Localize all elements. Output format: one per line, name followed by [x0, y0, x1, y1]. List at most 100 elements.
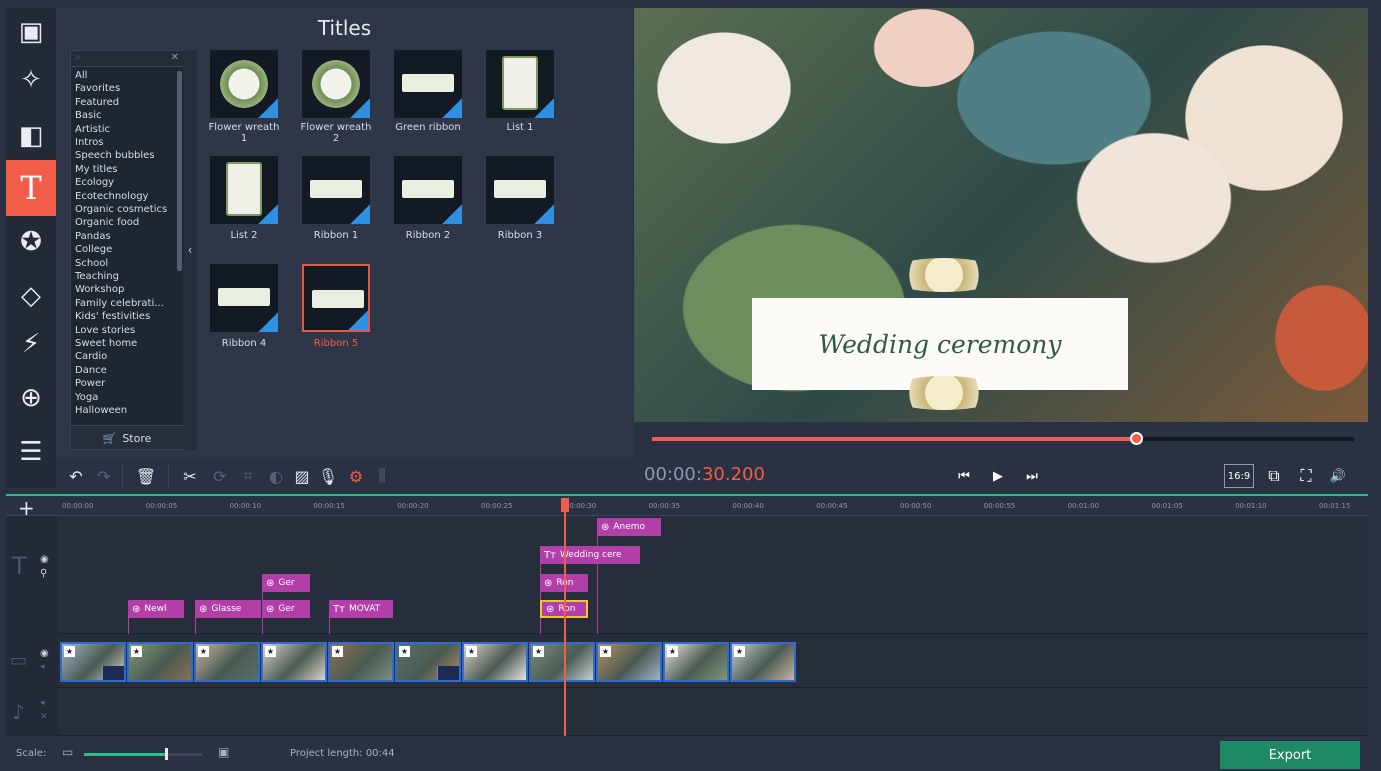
video-clip[interactable]: ★ [127, 642, 193, 682]
title-thumbnail[interactable] [486, 156, 554, 224]
category-item[interactable]: Favorites [75, 83, 120, 95]
category-search-input[interactable]: ⌕ ✕ [71, 51, 183, 67]
motion-icon[interactable]: ⚡ [6, 320, 56, 368]
title-thumbnail[interactable] [486, 50, 554, 118]
category-item[interactable]: Teaching [75, 271, 119, 283]
title-thumbnail[interactable] [210, 50, 278, 118]
rotate-icon[interactable]: ⟳ [208, 464, 232, 488]
category-item[interactable]: Speech bubbles [75, 150, 155, 162]
title-thumbnail[interactable] [210, 264, 278, 332]
category-item[interactable]: My titles [75, 164, 118, 176]
category-item[interactable]: Dance [75, 365, 107, 377]
video-clip[interactable]: ★ [328, 642, 394, 682]
video-preview[interactable]: Wedding ceremony [634, 8, 1368, 422]
category-item[interactable]: Ecology [75, 177, 114, 189]
favorite-star-icon[interactable]: ★ [734, 646, 745, 657]
fullscreen-icon[interactable]: ⛶ [1294, 464, 1318, 488]
category-item[interactable]: Kids' festivities [75, 311, 150, 323]
scale-slider-handle[interactable] [164, 748, 168, 760]
video-clip[interactable]: ★ [663, 642, 729, 682]
crop-icon[interactable]: ⌗ [236, 464, 260, 488]
visibility-eye-icon[interactable]: ◉ [40, 554, 49, 565]
favorite-star-icon[interactable]: ★ [533, 646, 544, 657]
zoom-out-icon[interactable]: ▭ [62, 745, 73, 759]
favorite-star-icon[interactable]: ★ [332, 646, 343, 657]
favorite-star-icon[interactable]: ★ [265, 646, 276, 657]
category-item[interactable]: College [75, 244, 112, 256]
microphone-icon[interactable]: 🎙 [316, 464, 340, 488]
more-tools-icon[interactable]: ☰ [6, 428, 56, 476]
category-item[interactable]: Intros [75, 137, 103, 149]
color-adjust-icon[interactable]: ◐ [264, 464, 288, 488]
category-item[interactable]: Artistic [75, 124, 110, 136]
category-item[interactable]: Featured [75, 97, 119, 109]
time-ruler[interactable]: + 00:00:00 00:00:05 00:00:10 00:00:15 00:00:… [6, 494, 1368, 520]
import-media-icon[interactable]: ▣ [6, 8, 56, 56]
transition-marker[interactable] [437, 666, 459, 680]
video-clip[interactable]: ★ [596, 642, 662, 682]
category-item[interactable]: Workshop [75, 284, 124, 296]
video-visibility-icon[interactable]: ◉ [40, 648, 49, 659]
stickers-icon[interactable]: ✪ [6, 218, 56, 266]
title-clip[interactable]: ⊛ Anemo [597, 518, 661, 536]
undo-icon[interactable]: ↶ [64, 464, 88, 488]
favorite-star-icon[interactable]: ★ [131, 646, 142, 657]
magic-wand-icon[interactable]: ✧ [6, 56, 56, 104]
clear-search-icon[interactable]: ✕ [171, 52, 179, 63]
redo-icon[interactable]: ↷ [92, 464, 116, 488]
video-clip[interactable]: ★ [529, 642, 595, 682]
title-clip[interactable]: ⊛ Newl [128, 600, 184, 618]
transitions-icon[interactable]: ◇ [6, 272, 56, 320]
category-item[interactable]: Halloween [75, 405, 127, 417]
favorite-star-icon[interactable]: ★ [600, 646, 611, 657]
audio-mute-icon[interactable]: ◂ [40, 698, 45, 708]
delete-icon[interactable]: 🗑 [134, 464, 158, 488]
settings-gear-icon[interactable]: ⚙ [344, 464, 368, 488]
title-clip[interactable]: ⊛ Ger [262, 600, 310, 618]
title-thumbnail[interactable] [210, 156, 278, 224]
collapse-panel-button[interactable]: ‹ [183, 50, 197, 450]
favorite-star-icon[interactable]: ★ [667, 646, 678, 657]
zoom-in-icon[interactable]: ▣ [218, 745, 229, 759]
equalizer-icon[interactable]: ⫼ [370, 464, 394, 488]
title-clip[interactable]: ⊛ Glasse [195, 600, 261, 618]
audio-track[interactable] [58, 688, 1368, 736]
category-item[interactable]: Power [75, 378, 105, 390]
title-thumbnail[interactable] [394, 156, 462, 224]
category-item[interactable]: Organic food [75, 217, 139, 229]
audio-unlink-icon[interactable]: ✕ [40, 712, 48, 722]
previous-frame-icon[interactable]: ⏮ [952, 464, 976, 488]
zoom-icon[interactable]: ⊕ [6, 374, 56, 422]
favorite-star-icon[interactable]: ★ [198, 646, 209, 657]
video-clip[interactable]: ★ [395, 642, 461, 682]
category-item[interactable]: Cardio [75, 351, 107, 363]
video-clip[interactable]: ★ [60, 642, 126, 682]
category-item[interactable]: Family celebrati... [75, 298, 164, 310]
title-thumbnail[interactable] [302, 264, 370, 332]
export-button[interactable]: Export [1220, 741, 1360, 769]
title-thumbnail[interactable] [302, 156, 370, 224]
transition-marker[interactable] [102, 666, 124, 680]
category-item[interactable]: Love stories [75, 325, 135, 337]
play-icon[interactable]: ▶ [986, 464, 1010, 488]
next-frame-icon[interactable]: ⏭ [1020, 464, 1044, 488]
video-mute-icon[interactable]: ◂ [40, 662, 45, 672]
titles-icon[interactable]: T [6, 160, 56, 216]
category-item[interactable]: School [75, 258, 108, 270]
detach-player-icon[interactable]: ⧉ [1262, 464, 1286, 488]
timeline[interactable]: + 00:00:00 00:00:05 00:00:10 00:00:15 00:00:… [6, 494, 1368, 736]
playhead[interactable] [564, 500, 566, 736]
category-item[interactable]: Sweet home [75, 338, 137, 350]
category-item[interactable]: Ecotechnology [75, 191, 148, 203]
category-item[interactable]: Pandas [75, 231, 111, 243]
category-item[interactable]: Basic [75, 110, 101, 122]
video-clip[interactable]: ★ [194, 642, 260, 682]
title-thumbnail[interactable] [394, 50, 462, 118]
video-track[interactable]: ★ ★ ★ ★ ★ ★ ★ ★ ★ ★ ★ [58, 634, 1368, 688]
favorite-star-icon[interactable]: ★ [64, 646, 75, 657]
category-item[interactable]: All [75, 70, 87, 82]
seek-handle[interactable] [1130, 432, 1144, 445]
category-scrollbar[interactable] [177, 71, 182, 271]
volume-icon[interactable]: 🔊 [1326, 464, 1350, 488]
title-clip[interactable]: ⊛ Ger [262, 574, 310, 592]
